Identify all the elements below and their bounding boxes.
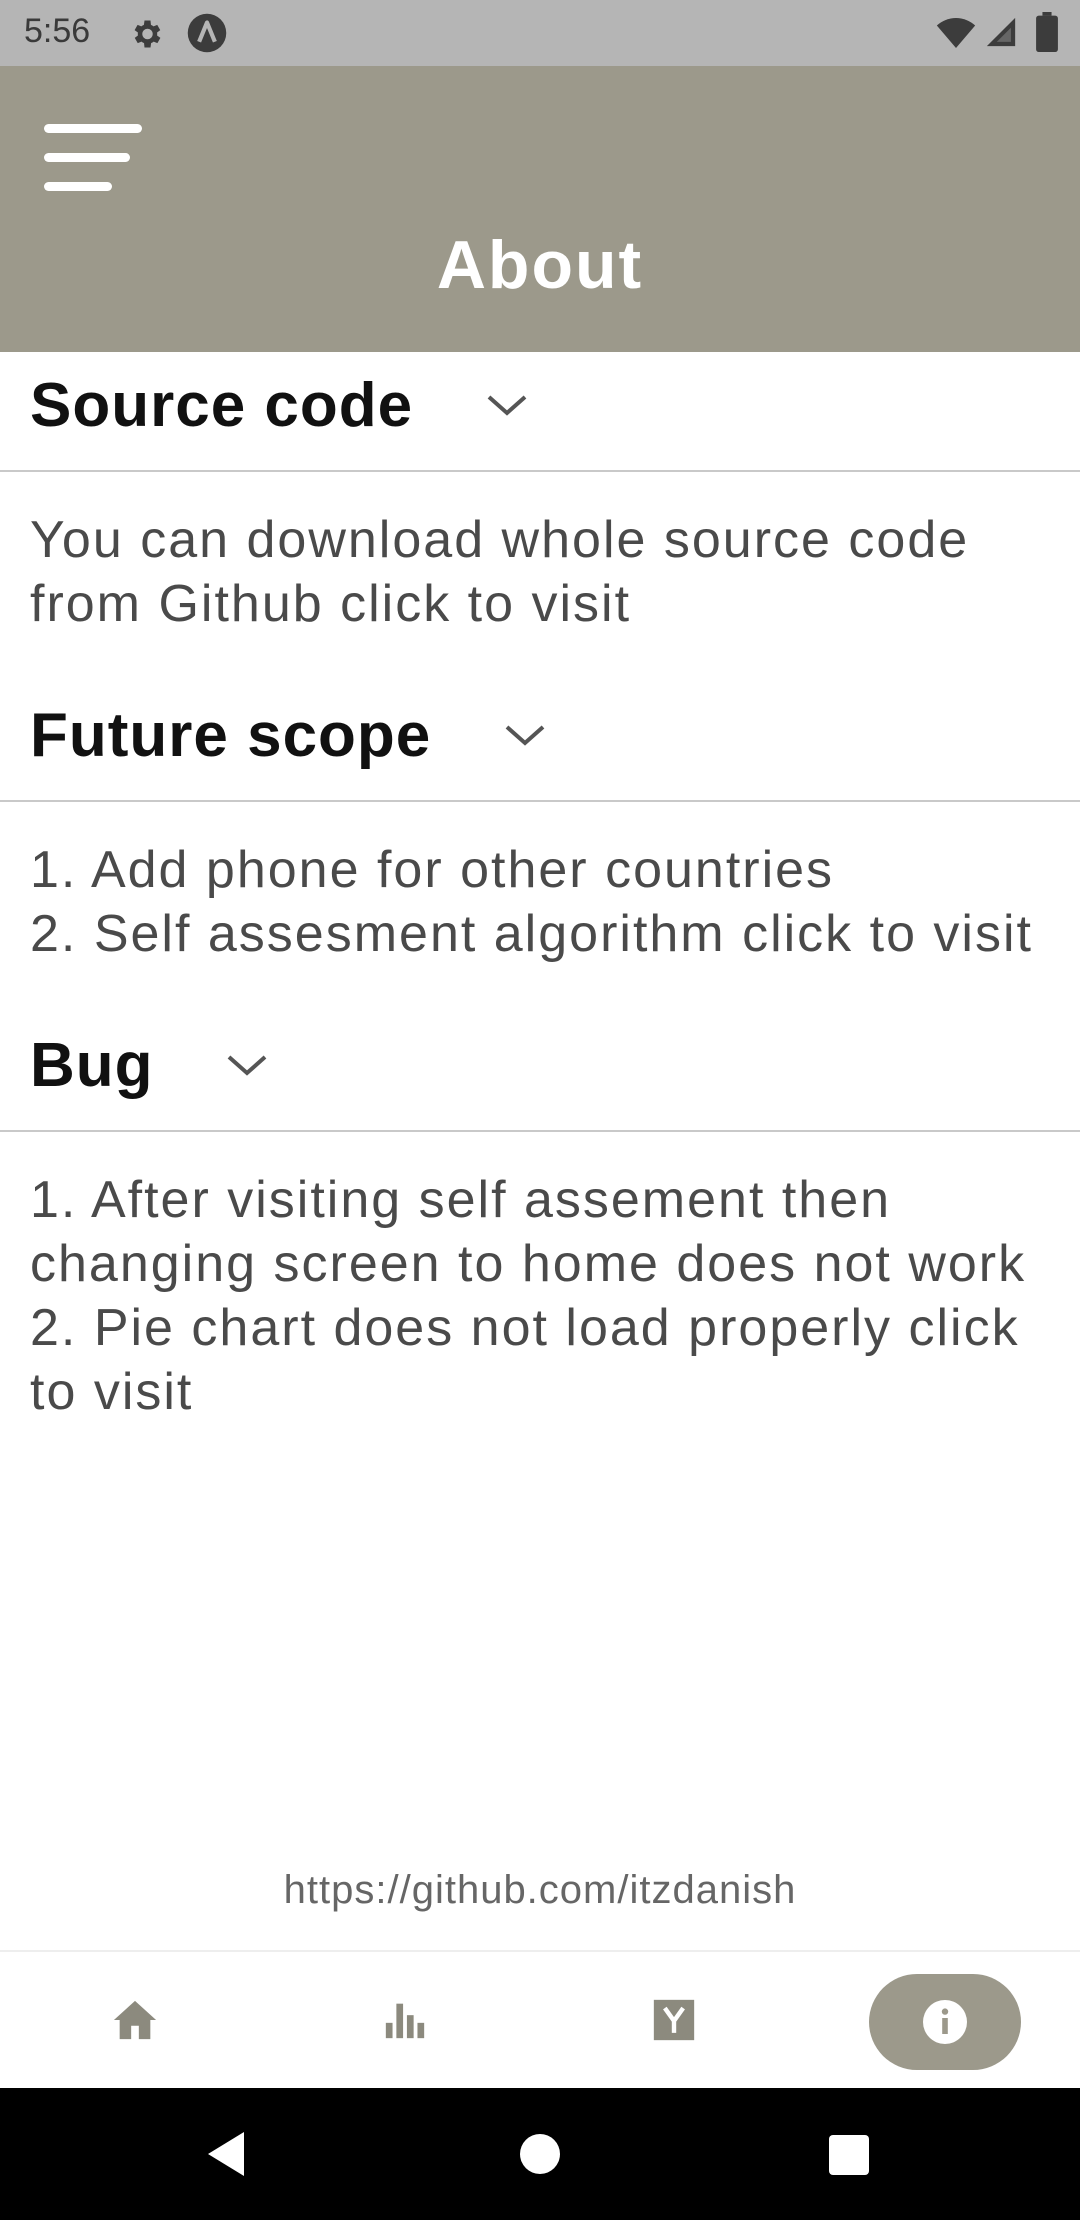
bar-chart-icon: [385, 2003, 425, 2039]
section-title: Future scope: [30, 701, 432, 770]
section-text: 1. Add phone for other countries: [30, 841, 835, 899]
bottom-nav: [0, 1950, 1080, 2088]
home-circle-icon[interactable]: [518, 2132, 562, 2176]
section-header-future-scope[interactable]: Future scope: [0, 682, 1080, 802]
section-title: Bug: [30, 1031, 154, 1100]
section-body-future-scope[interactable]: 1. Add phone for other countries 2. Self…: [0, 802, 1080, 1012]
section-body-bug[interactable]: 1. After visiting self assement then cha…: [0, 1132, 1080, 1470]
nav-about-active-indicator[interactable]: [869, 1974, 1021, 2070]
system-nav-bar: [0, 2088, 1080, 2220]
nav-home[interactable]: [0, 1952, 270, 2090]
nav-news[interactable]: [540, 1952, 810, 2090]
section-title: Source code: [30, 371, 414, 440]
wifi-icon: [936, 18, 976, 48]
home-icon: [113, 2000, 157, 2040]
page-title: About: [436, 227, 644, 303]
signal-icon: [986, 17, 1016, 47]
back-icon[interactable]: [204, 2130, 248, 2178]
y-square-icon: [653, 1999, 695, 2041]
section-body-source-code[interactable]: You can download whole source code from …: [0, 472, 1080, 682]
chevron-down-icon[interactable]: [502, 720, 548, 750]
a-circle-icon: [187, 13, 227, 53]
github-link[interactable]: https://github.com/itzdanish: [0, 1868, 1080, 1913]
section-text: 2. Pie chart does not load properly clic…: [30, 1299, 1020, 1421]
gear-icon: [134, 20, 161, 48]
app-bar: About: [0, 66, 1080, 352]
section-text: 2. Self assesment algorithm click to vis…: [30, 905, 1033, 963]
battery-icon: [1036, 12, 1058, 52]
status-bar: 5:56: [0, 0, 1080, 66]
about-content: Source code You can download whole sourc…: [0, 352, 1080, 1470]
status-time: 5:56: [24, 12, 91, 50]
section-header-source-code[interactable]: Source code: [0, 352, 1080, 472]
chevron-down-icon[interactable]: [484, 390, 530, 420]
section-text: 1. After visiting self assement then cha…: [30, 1171, 1027, 1293]
section-header-bug[interactable]: Bug: [0, 1012, 1080, 1132]
nav-stats[interactable]: [270, 1952, 540, 2090]
hamburger-menu-icon[interactable]: [44, 124, 144, 196]
info-icon: [923, 2000, 967, 2044]
recents-square-icon[interactable]: [828, 2134, 870, 2176]
chevron-down-icon[interactable]: [224, 1050, 270, 1080]
section-text: You can download whole source code from …: [30, 511, 970, 633]
